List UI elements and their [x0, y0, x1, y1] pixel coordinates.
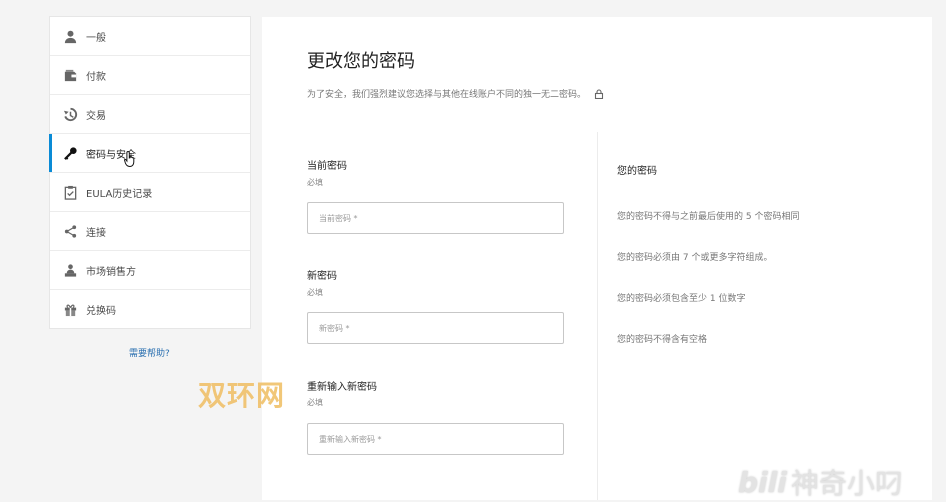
password-rule: 您的密码必须包含至少 1 位数字: [617, 294, 746, 304]
sidebar-item-label: 连接: [86, 227, 106, 239]
password-rule: 您的密码必须由 7 个或更多字符组成。: [617, 253, 773, 263]
page-description: 为了安全，我们强烈建议您选择与其他在线账户不同的独一无二密码。: [307, 87, 604, 100]
password-rules-title: 您的密码: [617, 166, 657, 177]
confirm-password-required: 必填: [307, 398, 323, 407]
password-rule: 您的密码不得与之前最后使用的 5 个密码相同: [617, 212, 800, 222]
page-title: 更改您的密码: [307, 51, 415, 72]
site-watermark: 双环网: [198, 379, 286, 412]
confirm-password-input[interactable]: [307, 423, 564, 455]
new-password-required: 必填: [307, 288, 323, 297]
current-password-label: 当前密码: [307, 161, 347, 172]
current-password-required: 必填: [307, 178, 323, 187]
bilibili-logo-icon: bili: [738, 465, 787, 499]
share-icon: [62, 223, 78, 239]
user-icon: [62, 28, 78, 44]
sidebar-item-payment[interactable]: 付款: [50, 56, 250, 95]
sidebar-item-password-security[interactable]: 密码与安全: [49, 134, 250, 173]
description-text: 为了安全，我们强烈建议您选择与其他在线账户不同的独一无二密码。: [307, 90, 587, 100]
sidebar-item-label: 交易: [86, 110, 106, 122]
history-icon: [62, 106, 78, 122]
video-watermark: bili 神奇小叼: [738, 462, 903, 502]
sidebar-item-label: 付款: [86, 71, 106, 83]
gift-icon: [62, 301, 78, 317]
password-rule: 您的密码不得含有空格: [617, 335, 708, 345]
new-password-input[interactable]: [307, 312, 564, 344]
sidebar-item-label: 市场销售方: [86, 266, 136, 278]
clipboard-check-icon: [62, 184, 78, 200]
seller-icon: [62, 262, 78, 278]
hand-cursor-icon: [124, 150, 135, 168]
sidebar-item-transactions[interactable]: 交易: [50, 95, 250, 134]
confirm-password-label: 重新输入新密码: [307, 382, 377, 393]
sidebar-item-redeem-code[interactable]: 兑换码: [50, 290, 250, 328]
sidebar-item-label: 兑换码: [86, 305, 116, 317]
help-link[interactable]: 需要帮助?: [129, 346, 170, 359]
sidebar-item-label: 一般: [86, 32, 106, 44]
sidebar-item-general[interactable]: 一般: [50, 17, 250, 56]
lock-icon: [594, 88, 604, 99]
key-icon: [62, 145, 78, 161]
current-password-input[interactable]: [307, 202, 564, 234]
sidebar-item-eula-history[interactable]: EULA历史记录: [50, 173, 250, 212]
new-password-label: 新密码: [307, 271, 337, 282]
settings-sidebar: 一般 付款 交易 密码与安全 EULA历史记录 连接 市场销售方 兑换码: [49, 16, 251, 329]
column-divider: [597, 132, 598, 500]
sidebar-item-connections[interactable]: 连接: [50, 212, 250, 251]
sidebar-item-marketplace-seller[interactable]: 市场销售方: [50, 251, 250, 290]
uploader-name: 神奇小叼: [790, 467, 903, 500]
wallet-icon: [62, 67, 78, 83]
sidebar-item-label: EULA历史记录: [86, 188, 153, 200]
change-password-panel: 更改您的密码 为了安全，我们强烈建议您选择与其他在线账户不同的独一无二密码。 当…: [262, 17, 932, 500]
